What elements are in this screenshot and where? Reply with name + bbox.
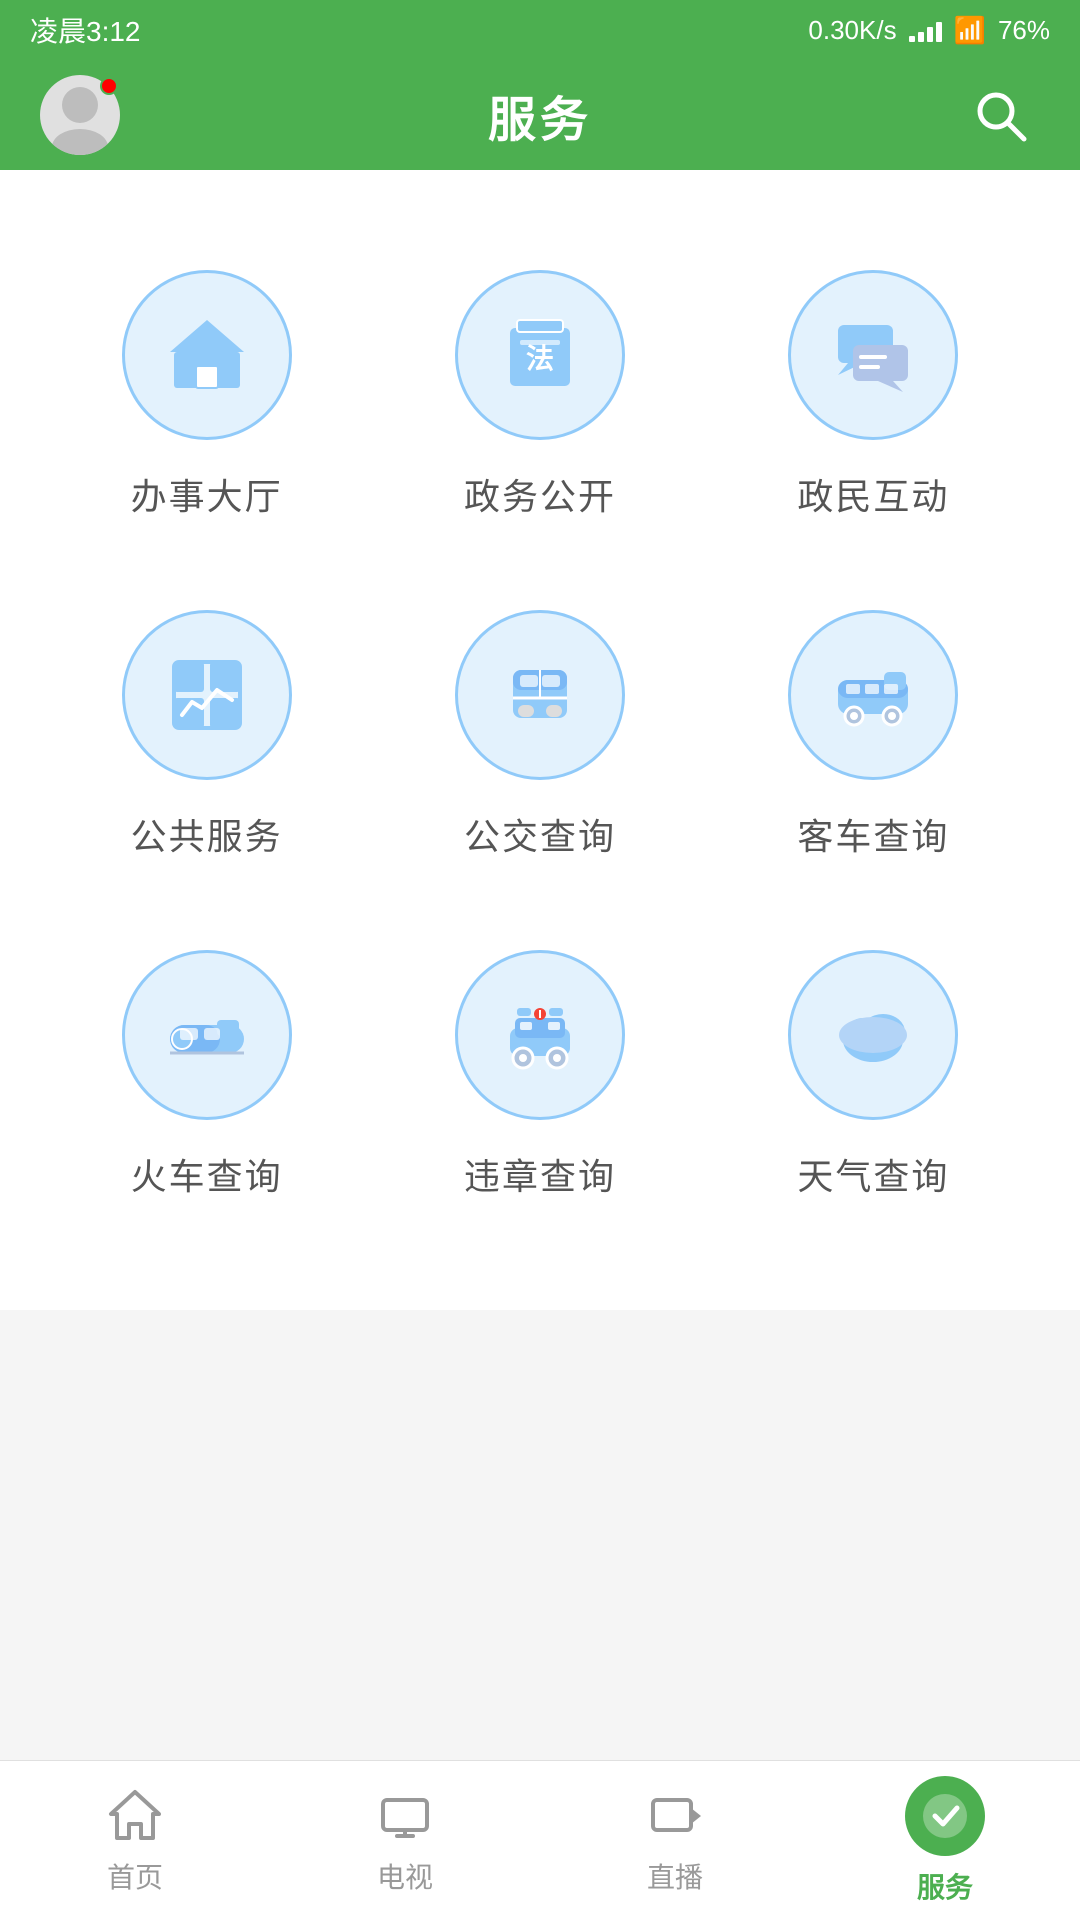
page-title: 服务 [488, 80, 592, 150]
network-speed: 0.30K/s [808, 15, 896, 46]
nav-item-tv[interactable]: 电视 [270, 1786, 540, 1896]
header: 服务 [0, 60, 1080, 170]
bottom-navigation: 首页 电视 直播 服务 [0, 1760, 1080, 1920]
nav-service-label: 服务 [917, 1866, 973, 1906]
services-grid: 办事大厅 法 政务公开 [0, 170, 1080, 1310]
gov-interact-icon [788, 270, 958, 440]
office-hall-icon [122, 270, 292, 440]
office-hall-label: 办事大厅 [131, 468, 283, 520]
violation-query-icon [455, 950, 625, 1120]
service-item-office-hall[interactable]: 办事大厅 [40, 230, 373, 570]
svg-text:法: 法 [526, 343, 554, 375]
bus-query-icon [455, 610, 625, 780]
status-time: 凌晨3:12 [30, 10, 141, 50]
service-item-public-service[interactable]: 公共服务 [40, 570, 373, 910]
wifi-icon: 📶 [954, 15, 986, 46]
status-indicators: 0.30K/s 📶 76% [808, 15, 1050, 46]
service-item-train-query[interactable]: 火车查询 [40, 910, 373, 1250]
coach-query-icon [788, 610, 958, 780]
violation-query-label: 违章查询 [464, 1148, 616, 1200]
coach-query-label: 客车查询 [797, 808, 949, 860]
nav-item-live[interactable]: 直播 [540, 1786, 810, 1896]
service-item-weather-query[interactable]: 天气查询 [707, 910, 1040, 1250]
nav-home-label: 首页 [107, 1856, 163, 1896]
nav-item-home[interactable]: 首页 [0, 1786, 270, 1896]
battery-level: 76% [998, 15, 1050, 46]
train-query-icon [122, 950, 292, 1120]
avatar-button[interactable] [40, 75, 120, 155]
public-service-icon [122, 610, 292, 780]
gov-open-icon: 法 [455, 270, 625, 440]
train-query-label: 火车查询 [131, 1148, 283, 1200]
notification-badge [100, 77, 118, 95]
gov-interact-label: 政民互动 [797, 468, 949, 520]
status-bar: 凌晨3:12 0.30K/s 📶 76% [0, 0, 1080, 60]
weather-query-icon [788, 950, 958, 1120]
signal-icon [909, 18, 942, 42]
main-content: 办事大厅 法 政务公开 [0, 170, 1080, 1760]
search-button[interactable] [960, 75, 1040, 155]
gov-open-label: 政务公开 [464, 468, 616, 520]
service-active-bg [905, 1776, 985, 1856]
nav-tv-label: 电视 [377, 1856, 433, 1896]
nav-item-service[interactable]: 服务 [810, 1776, 1080, 1906]
service-item-bus-query[interactable]: 公交查询 [373, 570, 706, 910]
weather-query-label: 天气查询 [797, 1148, 949, 1200]
service-item-gov-open[interactable]: 法 政务公开 [373, 230, 706, 570]
service-item-gov-interact[interactable]: 政民互动 [707, 230, 1040, 570]
bus-query-label: 公交查询 [464, 808, 616, 860]
service-item-violation-query[interactable]: 违章查询 [373, 910, 706, 1250]
service-item-coach-query[interactable]: 客车查询 [707, 570, 1040, 910]
nav-live-label: 直播 [647, 1856, 703, 1896]
public-service-label: 公共服务 [131, 808, 283, 860]
